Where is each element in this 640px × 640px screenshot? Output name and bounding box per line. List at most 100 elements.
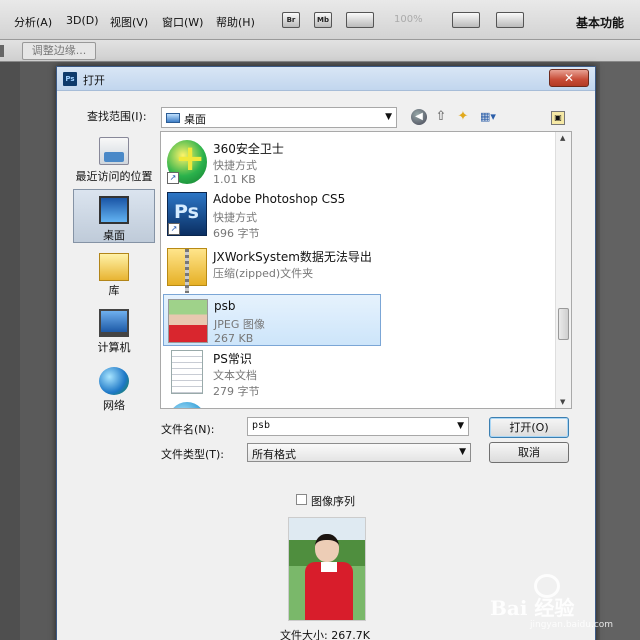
shortcut-arrow-icon: ↗ — [167, 172, 179, 184]
filetype-label: 文件类型(T): — [161, 448, 225, 461]
view-menu-icon[interactable]: ▦▾ — [477, 109, 499, 125]
network-icon — [99, 367, 129, 395]
file-item-ps-notes[interactable]: PS常识 文本文档 279 字节 — [163, 346, 381, 398]
look-in-label: 查找范围(I): — [87, 110, 147, 123]
options-bar-grip — [0, 45, 4, 57]
preview-collar — [321, 562, 337, 572]
place-label: 计算机 — [97, 341, 131, 354]
options-bar: 调整边缘... — [0, 40, 640, 62]
arrange-documents-icon[interactable] — [452, 12, 480, 28]
desktop-icon — [99, 196, 129, 224]
cancel-button[interactable]: 取消 — [489, 442, 569, 463]
preview-head — [315, 534, 339, 562]
place-label: 桌面 — [103, 229, 125, 242]
file-name: 360安全卫士 — [213, 142, 284, 156]
file-size: 279 字节 — [213, 385, 260, 398]
menu-window[interactable]: 窗口(W) — [162, 14, 203, 30]
panel-dock — [600, 62, 640, 640]
bridge-icon[interactable]: Br — [282, 12, 300, 28]
file-list[interactable]: ↗ 360安全卫士 快捷方式 1.01 KB ↗ Adobe Photoshop… — [160, 131, 572, 409]
file-type: 压缩(zipped)文件夹 — [213, 267, 314, 280]
chevron-down-icon[interactable]: ▼ — [457, 421, 464, 431]
up-folder-icon[interactable]: ⇧ — [433, 109, 449, 125]
recent-places-icon — [99, 137, 129, 165]
file-name: Adobe Photoshop CS5 — [213, 192, 346, 206]
refine-edge-button[interactable]: 调整边缘... — [22, 42, 96, 60]
file-item-photoshop[interactable]: ↗ Adobe Photoshop CS5 快捷方式 696 字节 — [163, 188, 381, 240]
desktop-shortcut-icon[interactable]: ▣ — [551, 111, 565, 125]
photoshop-logo-icon: Ps — [63, 72, 77, 86]
watermark-text: Bai 经验 — [490, 596, 575, 620]
file-size: 267 KB — [214, 332, 254, 345]
menu-help[interactable]: 帮助(H) — [216, 14, 255, 30]
file-size: 696 字节 — [213, 227, 260, 240]
desktop-folder-icon — [166, 113, 180, 123]
library-icon — [99, 253, 129, 281]
file-name: psb — [214, 299, 236, 313]
file-type: 快捷方式 — [213, 159, 257, 172]
tools-panel — [0, 62, 20, 640]
place-recent[interactable]: 最近访问的位置 — [73, 133, 155, 187]
place-desktop[interactable]: 桌面 — [73, 189, 155, 243]
open-dialog: Ps 打开 ✕ 查找范围(I): 桌面 ▼ ◀ ⇧ ✦ ▦▾ ▣ 最近访问的位置… — [56, 66, 596, 640]
filename-input[interactable]: psb ▼ — [247, 417, 469, 436]
scrollbar-thumb[interactable] — [558, 308, 569, 340]
menu-view[interactable]: 视图(V) — [110, 14, 148, 30]
view-extras-icon[interactable] — [346, 12, 374, 28]
place-network[interactable]: 网络 — [73, 363, 155, 415]
watermark-url: jingyan.baidu.com — [530, 620, 614, 630]
image-preview-thumbnail — [288, 517, 366, 621]
file-item-psb[interactable]: psb JPEG 图像 267 KB — [163, 294, 381, 346]
file-name: JXWorkSystem数据无法导出 — [213, 250, 372, 264]
computer-icon — [99, 309, 129, 337]
list-item[interactable] — [163, 398, 381, 408]
checkbox-box[interactable] — [296, 494, 307, 505]
back-icon[interactable]: ◀ — [411, 109, 427, 125]
scroll-down-icon[interactable]: ▼ — [560, 398, 565, 406]
look-in-dropdown[interactable]: 桌面 ▼ — [161, 107, 397, 128]
jpeg-thumbnail-icon — [168, 299, 208, 343]
file-size-text: 文件大小: 267.7K — [280, 629, 370, 640]
file-type: 文本文档 — [213, 369, 257, 382]
menu-analysis[interactable]: 分析(A) — [14, 14, 52, 30]
photoshop-menubar: 分析(A) 3D(D) 视图(V) 窗口(W) 帮助(H) Br Mb 100%… — [0, 0, 640, 40]
zoom-level[interactable]: 100% — [394, 14, 423, 25]
open-button[interactable]: 打开(O) — [489, 417, 569, 438]
zip-folder-icon — [167, 248, 207, 293]
filetype-value: 所有格式 — [252, 448, 296, 461]
filename-label: 文件名(N): — [161, 423, 215, 436]
text-document-icon — [171, 350, 203, 394]
image-sequence-label: 图像序列 — [311, 495, 355, 508]
scroll-up-icon[interactable]: ▲ — [560, 134, 565, 142]
file-name: PS常识 — [213, 352, 252, 366]
file-list-scrollbar[interactable]: ▲ ▼ — [555, 132, 571, 408]
look-in-value: 桌面 — [184, 113, 206, 126]
places-bar: 最近访问的位置 桌面 库 计算机 网络 — [73, 131, 155, 471]
workspace-switcher[interactable]: 基本功能 — [576, 14, 624, 31]
file-item-360[interactable]: ↗ 360安全卫士 快捷方式 1.01 KB — [163, 136, 381, 188]
chevron-down-icon: ▼ — [459, 447, 466, 457]
screen-mode-icon[interactable] — [496, 12, 524, 28]
place-label: 最近访问的位置 — [75, 170, 153, 183]
shortcut-arrow-icon: ↗ — [168, 223, 180, 235]
filetype-dropdown[interactable]: 所有格式 ▼ — [247, 443, 471, 462]
photoshop-icon: ↗ — [167, 192, 207, 236]
chevron-down-icon: ▼ — [385, 112, 392, 122]
filename-value: psb — [252, 420, 271, 431]
partial-item-icon — [167, 131, 207, 132]
close-button[interactable]: ✕ — [549, 69, 589, 87]
file-type: 快捷方式 — [213, 211, 257, 224]
mini-bridge-icon[interactable]: Mb — [314, 12, 332, 28]
baidu-watermark: Bai 经验 jingyan.baidu.com — [490, 574, 630, 634]
dialog-title: 打开 — [83, 74, 105, 87]
menu-3d[interactable]: 3D(D) — [66, 14, 99, 27]
place-computer[interactable]: 计算机 — [73, 305, 155, 359]
partial-item-icon — [167, 402, 207, 408]
place-label: 网络 — [103, 399, 125, 412]
dialog-titlebar[interactable]: Ps 打开 ✕ — [57, 67, 595, 91]
new-folder-icon[interactable]: ✦ — [455, 109, 471, 125]
file-item-zip[interactable]: JXWorkSystem数据无法导出 压缩(zipped)文件夹 — [163, 244, 381, 293]
file-size: 1.01 KB — [213, 173, 256, 186]
place-library[interactable]: 库 — [73, 249, 155, 301]
place-label: 库 — [108, 284, 120, 297]
